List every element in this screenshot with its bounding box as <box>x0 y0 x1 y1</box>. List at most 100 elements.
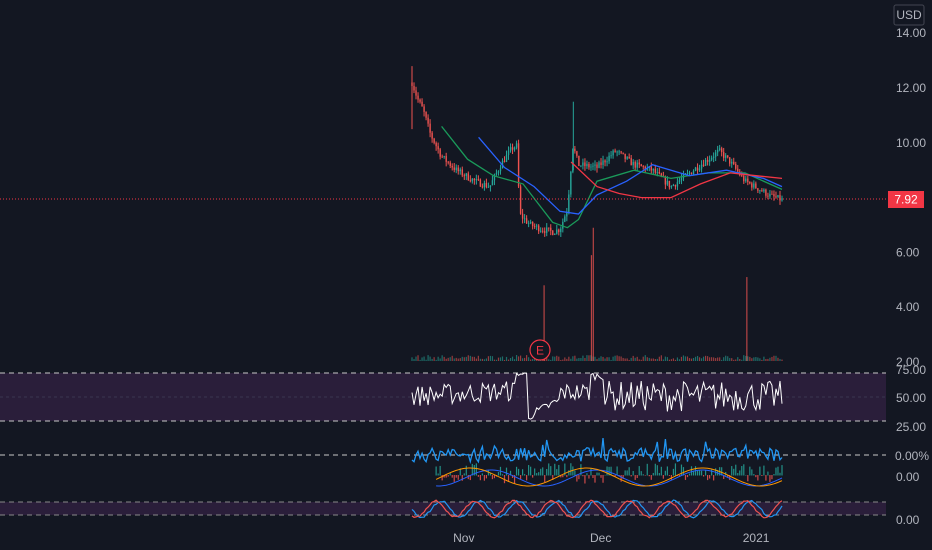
volume-bar <box>481 358 483 361</box>
histogram-bar <box>702 475 705 477</box>
volume-bar <box>616 355 618 361</box>
volume-bar <box>493 359 496 361</box>
candle-body <box>515 143 518 148</box>
price-tick-label: 6.00 <box>896 245 920 259</box>
volume-bar <box>501 356 504 361</box>
volume-bar <box>622 357 624 361</box>
candle-body <box>574 148 576 152</box>
volume-bar <box>439 358 441 361</box>
candle-body <box>720 148 723 153</box>
histogram-bar <box>457 475 459 480</box>
histogram-bar <box>447 475 449 477</box>
volume-bar <box>682 355 685 361</box>
percent-oscillator-line <box>411 438 783 465</box>
volume-bar <box>775 355 777 361</box>
histogram-bar <box>737 473 739 476</box>
stoch-band-fill <box>0 502 886 515</box>
histogram-bar <box>763 465 765 476</box>
histogram-bar <box>501 474 504 476</box>
candle-body <box>435 142 437 147</box>
histogram-bar <box>690 466 693 476</box>
candle-body <box>638 162 640 165</box>
volume-bar <box>630 357 632 361</box>
histogram-bar <box>594 475 596 483</box>
candle-body <box>519 186 522 214</box>
volume-bar <box>670 359 673 361</box>
histogram-bar <box>741 466 743 476</box>
volume-bar <box>704 355 707 361</box>
histogram-bar <box>634 475 636 480</box>
price-pane[interactable] <box>411 66 783 361</box>
histogram-bar <box>765 475 767 481</box>
rsi-label-upper: 75.00 <box>896 363 926 377</box>
time-axis[interactable]: Nov Dec 2021 <box>453 531 770 545</box>
volume-bar <box>419 359 421 361</box>
candle-body <box>781 198 783 201</box>
osc1-label: 0.00% <box>895 449 929 463</box>
rsi-pane[interactable]: 75.00 50.00 25.00 <box>0 363 926 434</box>
volume-bar <box>700 358 703 361</box>
volume-bar <box>620 356 622 361</box>
volume-bar <box>739 358 741 361</box>
price-tick-label: 12.00 <box>896 81 926 95</box>
candle-body <box>461 169 463 176</box>
candle-body <box>678 180 681 183</box>
candle-body <box>614 150 616 152</box>
candle-body <box>521 213 524 219</box>
volume-bar <box>614 355 616 361</box>
candle-body <box>477 179 480 180</box>
histogram-bar <box>662 475 664 479</box>
volume-bar <box>777 357 779 361</box>
volume-bar <box>558 356 560 361</box>
volume-bar <box>729 358 731 361</box>
candle-body <box>718 148 721 150</box>
trading-chart[interactable]: USD 14.0012.0010.008.006.004.002.00 7.92… <box>0 0 932 550</box>
histogram-bar <box>658 473 660 476</box>
volume-bar <box>489 355 492 361</box>
candle-body <box>731 161 733 164</box>
candle-body <box>674 184 677 187</box>
histogram-oscillator-pane[interactable]: 0.00 <box>435 463 920 487</box>
volume-bar <box>624 358 626 361</box>
candle-body <box>475 179 478 181</box>
candle-body <box>666 180 669 185</box>
histogram-bar <box>628 467 630 476</box>
volume-bar <box>497 357 500 361</box>
volume-bar <box>668 359 670 361</box>
volume-bar <box>757 357 759 361</box>
candle-body <box>626 156 628 159</box>
candle-body <box>729 157 731 164</box>
earnings-marker[interactable]: E <box>529 339 551 361</box>
candle-body <box>592 165 594 167</box>
candle-body <box>429 123 431 133</box>
percent-oscillator-pane[interactable]: 0.00% <box>0 438 929 465</box>
candle-body <box>668 180 671 188</box>
volume-bar <box>755 357 757 361</box>
volume-bar <box>604 358 606 361</box>
candle-body <box>527 223 530 225</box>
volume-bar <box>696 355 699 361</box>
candle-body <box>425 111 427 118</box>
volume-bar <box>656 358 658 361</box>
candle-body <box>656 171 659 173</box>
histogram-bar <box>491 475 494 480</box>
volume-bar <box>437 356 439 361</box>
candle-body <box>505 154 508 162</box>
histogram-bar <box>700 470 703 476</box>
candle-body <box>471 178 474 182</box>
candle-body <box>747 178 749 183</box>
candle-body <box>495 172 498 175</box>
volume-bar <box>503 359 506 361</box>
volume-bar <box>415 356 417 361</box>
volume-bar <box>711 357 713 361</box>
volume-bar <box>421 357 423 361</box>
stochastic-pane[interactable]: 0.00 <box>0 499 920 527</box>
histogram-bar <box>439 465 441 476</box>
volume-bar <box>564 357 566 361</box>
candle-body <box>558 229 560 233</box>
candle-body <box>570 171 572 195</box>
histogram-bar <box>666 466 668 476</box>
volume-bar <box>676 357 679 361</box>
volume-bar <box>453 358 455 361</box>
candle-body <box>413 85 415 91</box>
